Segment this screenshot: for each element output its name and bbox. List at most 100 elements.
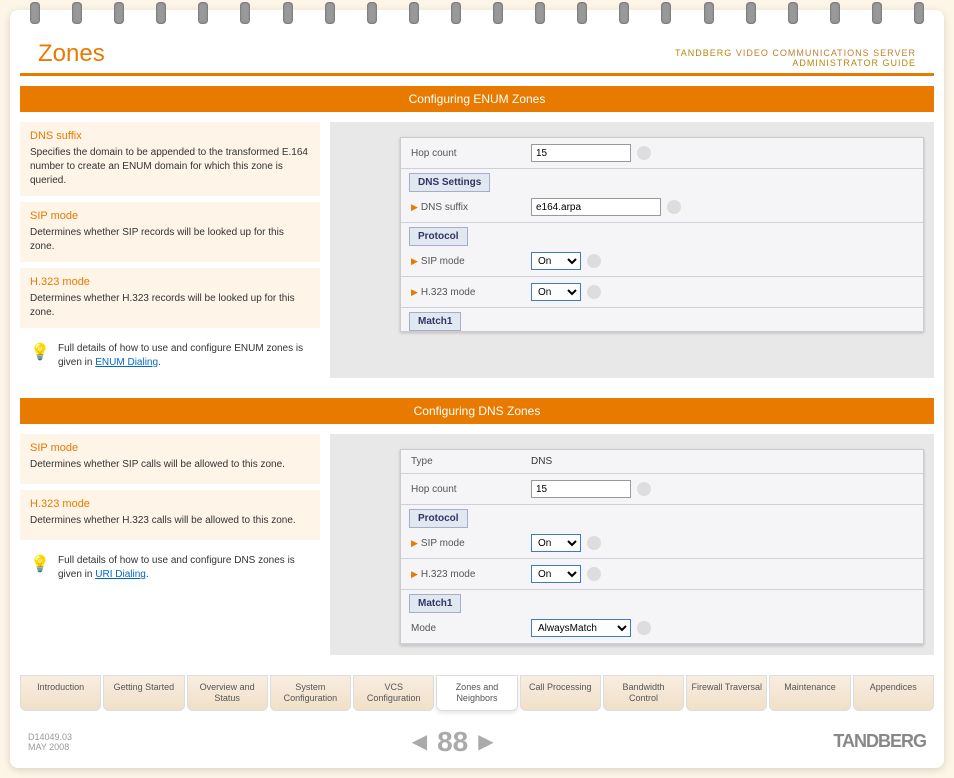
spiral-binding	[30, 2, 924, 24]
desc-text: Determines whether SIP records will be l…	[30, 226, 310, 254]
desc-title: H.323 mode	[30, 276, 310, 288]
ss-tab[interactable]: Protocol	[409, 227, 468, 246]
info-box: Full details of how to use and configure…	[20, 334, 320, 378]
ss-row: ▶DNS suffix	[401, 192, 923, 223]
ss-tab[interactable]: Match1	[409, 594, 461, 613]
desc-title: SIP mode	[30, 210, 310, 222]
nav-tab-getting-started[interactable]: Getting Started	[103, 675, 184, 711]
nav-tab-overview-and-status[interactable]: Overview and Status	[187, 675, 268, 711]
arrow-icon: ▶	[411, 287, 418, 297]
ss-value: DNS	[531, 456, 552, 467]
document-page: Zones TANDBERG VIDEO COMMUNICATIONS SERV…	[10, 10, 944, 768]
nav-tab-vcs-configuration[interactable]: VCS Configuration	[353, 675, 434, 711]
info-link[interactable]: URI Dialing	[95, 569, 146, 580]
next-page-icon[interactable]: ▶	[478, 729, 493, 754]
ss-select[interactable]: On	[531, 565, 581, 583]
desc-title: H.323 mode	[30, 498, 310, 510]
nav-tabs: IntroductionGetting StartedOverview and …	[10, 675, 944, 721]
page-number: 88	[437, 726, 468, 758]
arrow-icon: ▶	[411, 569, 418, 579]
nav-tab-bandwidth-control[interactable]: Bandwidth Control	[603, 675, 684, 711]
ss-input[interactable]	[531, 198, 661, 216]
info-icon[interactable]	[637, 621, 651, 635]
ss-tab[interactable]: Match1	[409, 312, 461, 331]
ss-select[interactable]: On	[531, 534, 581, 552]
ss-tab[interactable]: DNS Settings	[409, 173, 490, 192]
info-text: Full details of how to use and configure…	[58, 342, 310, 370]
nav-tab-firewall-traversal[interactable]: Firewall Traversal	[686, 675, 767, 711]
ss-input[interactable]	[531, 144, 631, 162]
ss-label: Mode	[411, 623, 531, 634]
arrow-icon: ▶	[411, 538, 418, 548]
ss-select[interactable]: AlwaysMatch	[531, 619, 631, 637]
description-box: SIP mode Determines whether SIP calls wil…	[20, 434, 320, 484]
dns-left-col: SIP mode Determines whether SIP calls wil…	[20, 434, 320, 655]
info-icon[interactable]	[587, 285, 601, 299]
ss-label: Type	[411, 456, 531, 467]
description-box: H.323 mode Determines whether H.323 recor…	[20, 268, 320, 328]
ss-row: Hop count	[401, 474, 923, 505]
ss-label: ▶SIP mode	[411, 256, 531, 267]
page-footer: D14049.03 MAY 2008 ◀ 88 ▶ TANDBERG	[10, 721, 944, 768]
nav-tab-introduction[interactable]: Introduction	[20, 675, 101, 711]
arrow-icon: ▶	[411, 202, 418, 212]
nav-tab-maintenance[interactable]: Maintenance	[769, 675, 850, 711]
info-icon[interactable]	[667, 200, 681, 214]
dns-screenshot: TypeDNSHop countProtocol▶SIP modeOn▶H.32…	[400, 449, 924, 645]
ss-row: ModeAlwaysMatch	[401, 613, 923, 644]
info-text: Full details of how to use and configure…	[58, 554, 310, 582]
desc-text: Determines whether H.323 records will be…	[30, 292, 310, 320]
lightbulb-icon	[30, 554, 50, 574]
desc-title: DNS suffix	[30, 130, 310, 142]
pager: ◀ 88 ▶	[412, 726, 494, 758]
info-link[interactable]: ENUM Dialing	[95, 357, 158, 368]
prev-page-icon[interactable]: ◀	[412, 729, 427, 754]
ss-label: ▶H.323 mode	[411, 569, 531, 580]
info-icon[interactable]	[637, 146, 651, 160]
ss-row: ▶H.323 modeOn	[401, 277, 923, 308]
ss-tab[interactable]: Protocol	[409, 509, 468, 528]
section-dns-body: SIP mode Determines whether SIP calls wil…	[20, 424, 934, 665]
section-enum-body: DNS suffix Specifies the domain to be app…	[20, 112, 934, 388]
ss-row: ▶H.323 modeOn	[401, 559, 923, 590]
desc-text: Specifies the domain to be appended to t…	[30, 146, 310, 188]
ss-select[interactable]: On	[531, 283, 581, 301]
tandberg-logo: TANDBERG	[833, 731, 926, 752]
info-icon[interactable]	[587, 254, 601, 268]
ss-select[interactable]: On	[531, 252, 581, 270]
ss-label: ▶DNS suffix	[411, 202, 531, 213]
enum-screenshot: Hop count DNS Settings ▶DNS suffix Protocol…	[400, 137, 924, 332]
page-header: Zones TANDBERG VIDEO COMMUNICATIONS SERV…	[20, 30, 934, 76]
lightbulb-icon	[30, 342, 50, 362]
desc-text: Determines whether SIP calls will be all…	[30, 458, 310, 472]
doc-id: D14049.03 MAY 2008	[28, 732, 72, 752]
info-icon[interactable]	[587, 567, 601, 581]
ss-label: Hop count	[411, 484, 531, 495]
arrow-icon: ▶	[411, 256, 418, 266]
info-icon[interactable]	[637, 482, 651, 496]
info-icon[interactable]	[587, 536, 601, 550]
section-bar-enum: Configuring ENUM Zones	[20, 86, 934, 112]
nav-tab-system-configuration[interactable]: System Configuration	[270, 675, 351, 711]
enum-right-col: Hop count DNS Settings ▶DNS suffix Protocol…	[330, 122, 934, 378]
ss-input[interactable]	[531, 480, 631, 498]
nav-tab-appendices[interactable]: Appendices	[853, 675, 934, 711]
description-box: H.323 mode Determines whether H.323 calls…	[20, 490, 320, 540]
header-right: TANDBERG VIDEO COMMUNICATIONS SERVER ADM…	[675, 48, 916, 68]
ss-row: Hop count	[401, 138, 923, 169]
nav-tab-call-processing[interactable]: Call Processing	[520, 675, 601, 711]
ss-row: ▶SIP modeOn	[401, 246, 923, 277]
description-box: SIP mode Determines whether SIP records w…	[20, 202, 320, 262]
info-box: Full details of how to use and configure…	[20, 546, 320, 590]
ss-row: TypeDNS	[401, 450, 923, 474]
nav-tab-zones-and-neighbors[interactable]: Zones and Neighbors	[436, 675, 517, 711]
enum-left-col: DNS suffix Specifies the domain to be app…	[20, 122, 320, 378]
ss-label: ▶H.323 mode	[411, 287, 531, 298]
ss-label: ▶SIP mode	[411, 538, 531, 549]
desc-title: SIP mode	[30, 442, 310, 454]
page-title: Zones	[38, 40, 105, 68]
ss-label: Hop count	[411, 148, 531, 159]
dns-right-col: TypeDNSHop countProtocol▶SIP modeOn▶H.32…	[330, 434, 934, 655]
desc-text: Determines whether H.323 calls will be a…	[30, 514, 310, 528]
ss-row: ▶SIP modeOn	[401, 528, 923, 559]
